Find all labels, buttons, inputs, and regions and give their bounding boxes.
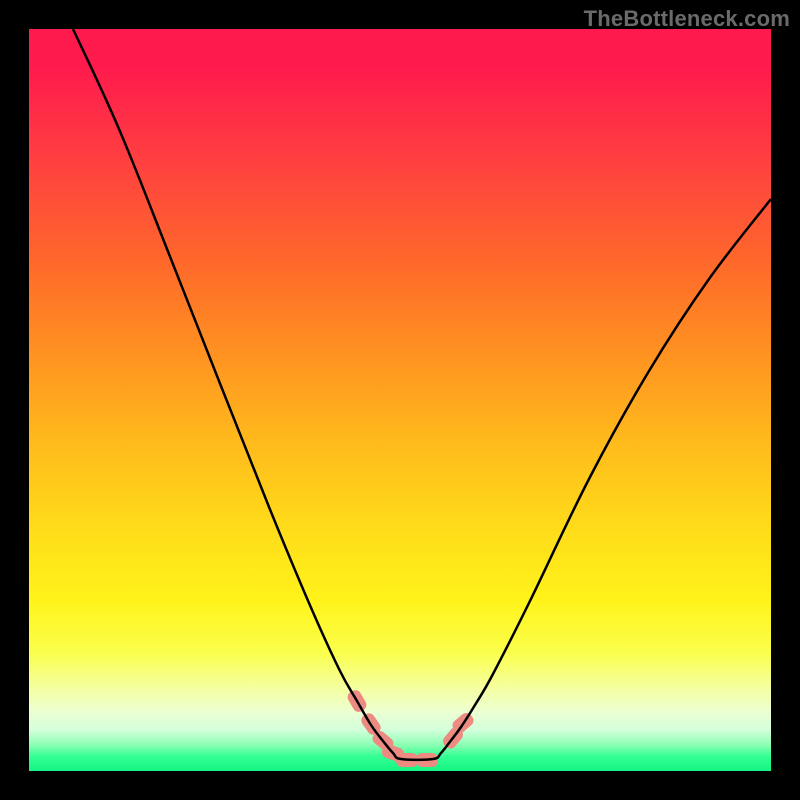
chart-frame: TheBottleneck.com bbox=[0, 0, 800, 800]
markers-group bbox=[345, 688, 475, 767]
watermark-text: TheBottleneck.com bbox=[584, 6, 790, 32]
chart-plot-area bbox=[29, 29, 771, 771]
bottleneck-curve-path bbox=[73, 29, 771, 760]
chart-svg bbox=[29, 29, 771, 771]
